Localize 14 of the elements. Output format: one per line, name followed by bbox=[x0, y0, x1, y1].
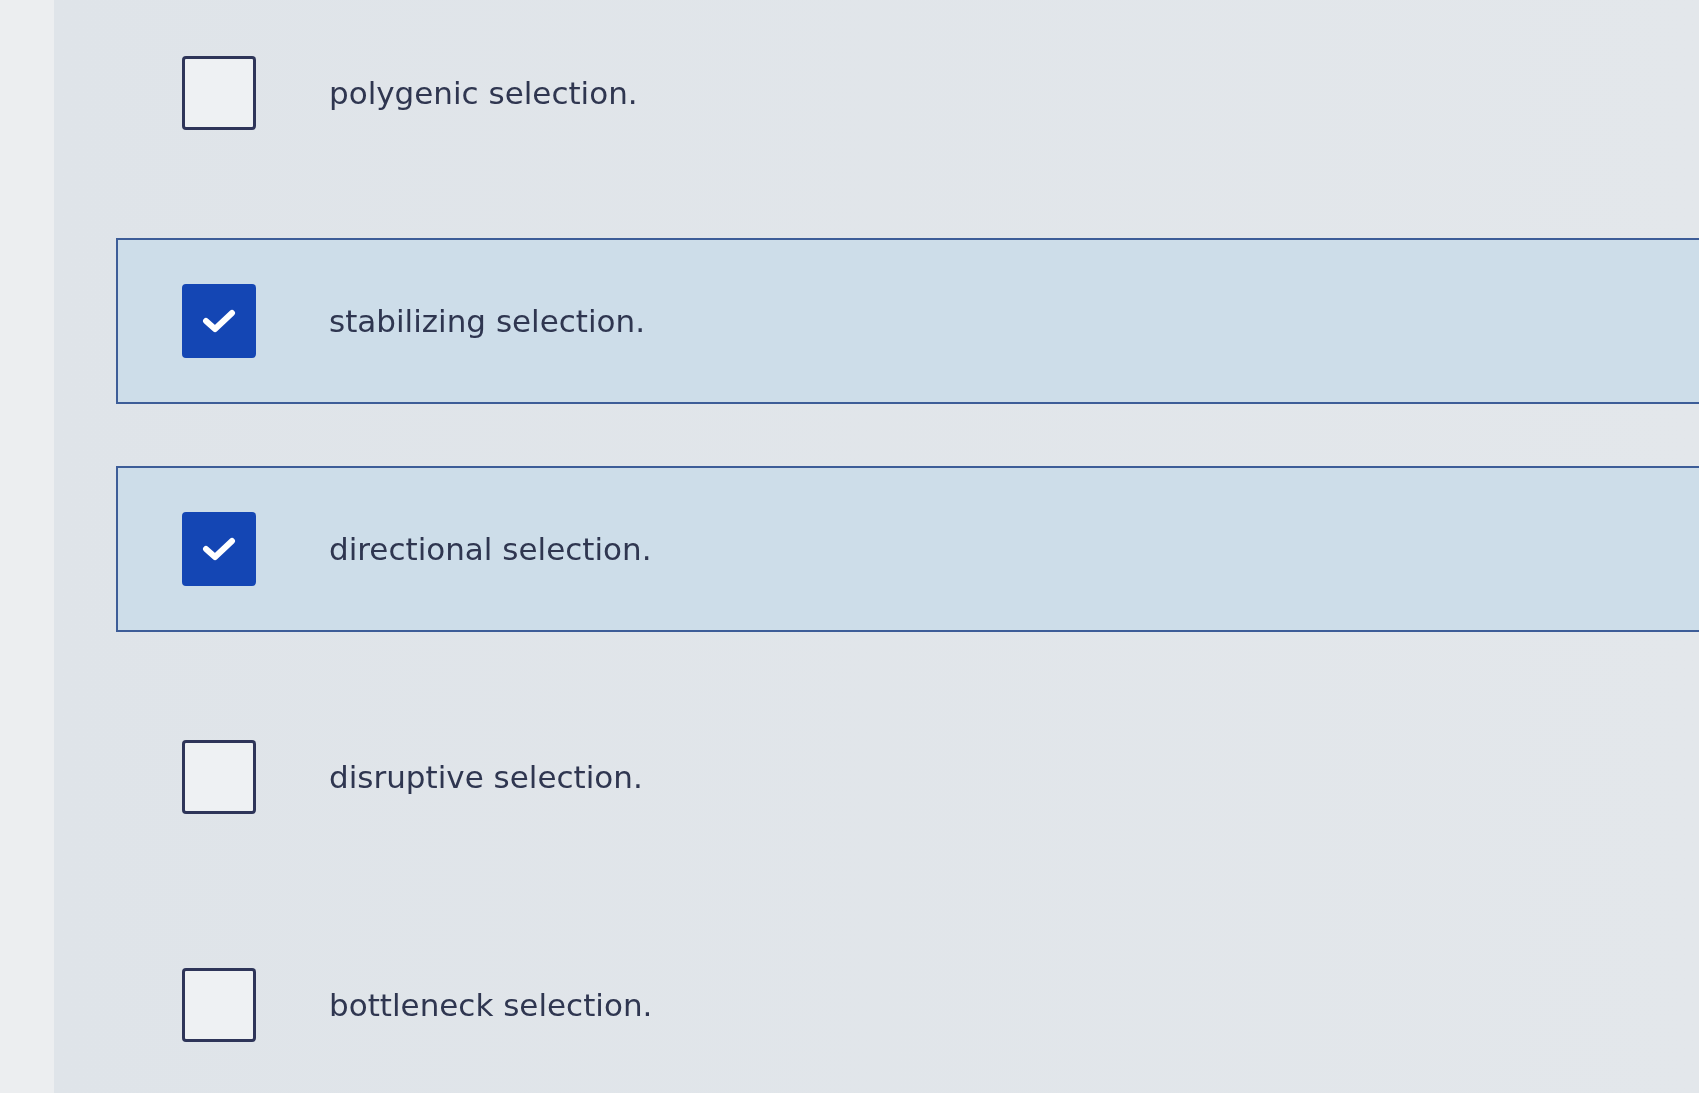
check-icon bbox=[202, 308, 236, 334]
checkbox[interactable] bbox=[182, 284, 256, 358]
checkbox[interactable] bbox=[182, 56, 256, 130]
option-label: stabilizing selection. bbox=[329, 303, 646, 339]
selected-option[interactable]: directional selection. bbox=[116, 466, 1699, 632]
option-label: disruptive selection. bbox=[329, 759, 643, 795]
option-label: bottleneck selection. bbox=[329, 987, 653, 1023]
check-icon bbox=[202, 536, 236, 562]
checkbox[interactable] bbox=[182, 512, 256, 586]
checkbox[interactable] bbox=[182, 740, 256, 814]
checkbox[interactable] bbox=[182, 968, 256, 1042]
option-label: directional selection. bbox=[329, 531, 652, 567]
selected-option[interactable]: stabilizing selection. bbox=[116, 238, 1699, 404]
option-label: polygenic selection. bbox=[329, 75, 638, 111]
